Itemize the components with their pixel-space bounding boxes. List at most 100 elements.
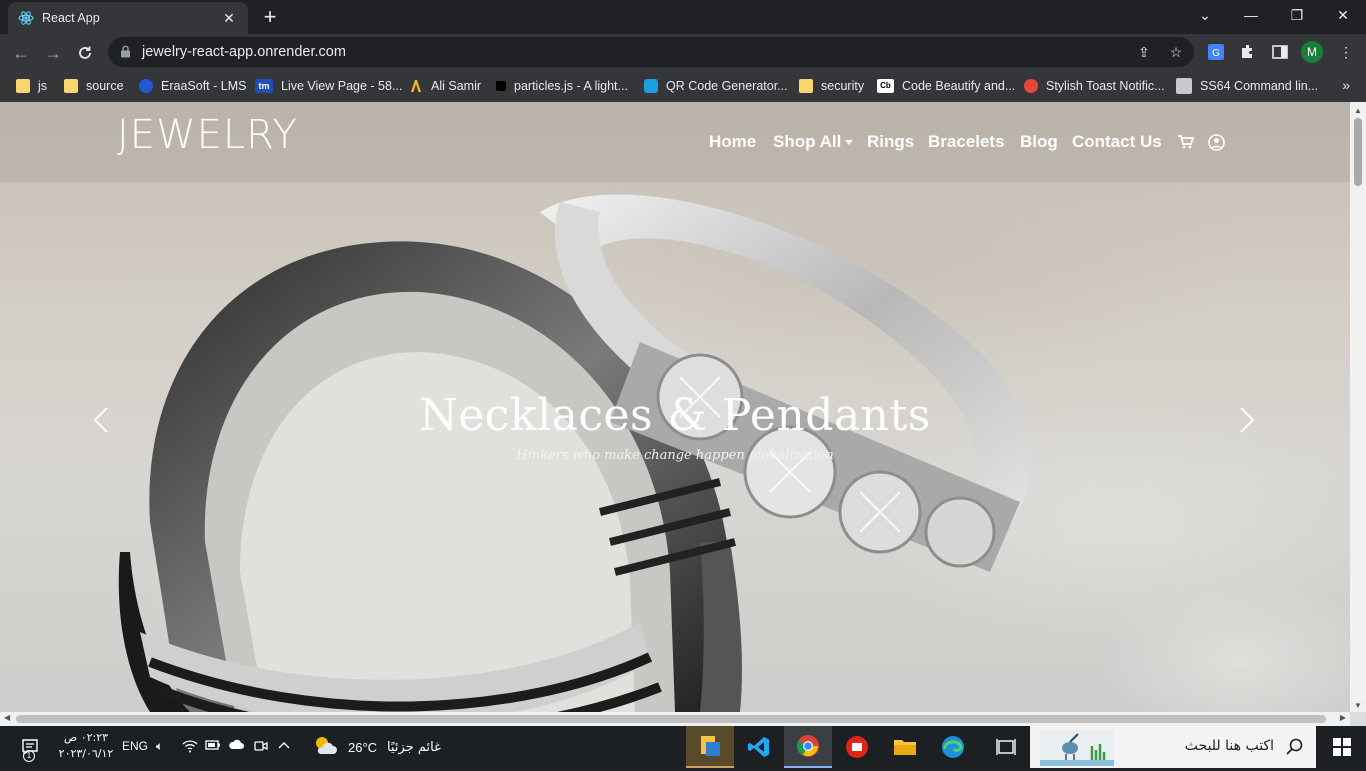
nav-contact-wrapper: Contact Us [1072, 132, 1162, 152]
restore-button[interactable]: ❐ [1274, 0, 1320, 30]
main-navigation: Home [709, 132, 756, 152]
bookmark-live-view[interactable]: tm Live View Page - 58... [255, 76, 402, 96]
scroll-left-icon[interactable]: ◀ [4, 713, 10, 722]
bookmark-code-beautify[interactable]: Cb Code Beautify and... [877, 76, 1015, 96]
minimize-button[interactable]: — [1228, 0, 1274, 30]
bookmark-eraasoft[interactable]: EraaSoft - LMS [139, 76, 246, 96]
translate-icon[interactable]: G [1206, 42, 1226, 62]
scroll-down-icon[interactable]: ▼ [1354, 701, 1362, 710]
windows-start-button[interactable] [1318, 726, 1366, 768]
bookmark-ss64[interactable]: SS64 Command lin... [1176, 76, 1318, 96]
task-view-icon[interactable] [984, 726, 1028, 768]
folder-icon [64, 79, 78, 93]
user-account-icon[interactable] [1208, 134, 1225, 151]
bookmark-ali-samir[interactable]: Ali Samir [409, 76, 481, 96]
volume-icon[interactable]: 🔈︎ [156, 739, 163, 754]
forward-button[interactable]: → [40, 40, 66, 66]
nav-shop-all-label: Shop All [773, 132, 842, 151]
extensions-icon[interactable] [1238, 42, 1258, 62]
new-tab-button[interactable]: + [258, 6, 282, 30]
nav-bracelets[interactable]: Bracelets [928, 132, 1005, 152]
bookmark-stylish-toast[interactable]: Stylish Toast Notific... [1024, 76, 1165, 96]
notification-center-icon[interactable]: 1 [10, 726, 50, 768]
edge-icon[interactable] [930, 726, 976, 768]
site-logo[interactable]: JEWELRY [117, 112, 298, 158]
carousel-next-arrow[interactable] [1232, 402, 1262, 438]
browser-tab-active[interactable]: React App ✕ [8, 2, 248, 34]
weather-widget[interactable]: 26°C غائم جزئيًا [312, 726, 444, 768]
folder-icon [799, 79, 813, 93]
bookmark-particles[interactable]: particles.js - A light... [496, 76, 628, 96]
tab-search-icon[interactable]: ⌄ [1182, 0, 1228, 30]
chrome-taskbar-icon[interactable] [784, 726, 832, 768]
nav-rings-wrapper: Rings [867, 132, 914, 152]
horizontal-scroll-thumb[interactable] [16, 715, 1326, 723]
scroll-right-icon[interactable]: ▶ [1340, 713, 1346, 722]
toast-icon [1024, 79, 1038, 93]
app-taskbar-icon[interactable] [834, 726, 880, 768]
browser-tab-bar: React App ✕ + ⌄ — ❐ ✕ [0, 0, 1366, 34]
tray-overflow-chevron-icon[interactable] [278, 739, 290, 753]
meet-now-icon[interactable] [254, 739, 268, 756]
bookmark-source[interactable]: source [64, 76, 124, 96]
ss64-icon [1176, 78, 1192, 94]
ali-samir-icon [409, 79, 423, 93]
clock-time: ٠٢:٢٣ ص [63, 731, 109, 744]
nav-rings[interactable]: Rings [867, 132, 914, 152]
react-icon [18, 10, 34, 26]
battery-icon[interactable] [205, 739, 221, 754]
nav-home[interactable]: Home [709, 132, 756, 152]
wifi-icon[interactable] [182, 739, 198, 756]
profile-avatar[interactable]: M [1301, 41, 1323, 63]
svg-text:G: G [1212, 48, 1220, 59]
windows-taskbar: 1 ٠٢:٢٣ ص ٢٠٢٣/٠٦/١٢ ENG 🔈︎ 26°C غائم جز… [0, 726, 1366, 768]
taskbar-search-box[interactable]: اكتب هنا للبحث [1030, 726, 1316, 768]
file-explorer-icon[interactable] [882, 726, 928, 768]
close-tab-icon[interactable]: ✕ [220, 10, 238, 27]
hero-subtitle: Hinkers who make change happen globaliza… [516, 448, 834, 463]
nav-contact-us[interactable]: Contact Us [1072, 132, 1162, 152]
tm-icon: tm [255, 79, 273, 93]
vertical-scrollbar[interactable]: ▲ ▼ [1350, 102, 1366, 712]
clock-date: ٢٠٢٣/٠٦/١٢ [58, 747, 114, 760]
bookmark-star-icon[interactable]: ☆ [1166, 42, 1186, 62]
cart-icon[interactable] [1178, 135, 1194, 149]
vertical-scroll-thumb[interactable] [1354, 118, 1362, 186]
side-panel-icon[interactable] [1270, 42, 1290, 62]
address-bar[interactable]: jewelry-react-app.onrender.com ⇪ ☆ [108, 37, 1194, 67]
notification-count: 1 [23, 750, 35, 762]
browser-toolbar: ← → jewelry-react-app.onrender.com ⇪ ☆ G… [0, 34, 1366, 70]
system-clock[interactable]: ٠٢:٢٣ ص ٢٠٢٣/٠٦/١٢ [56, 730, 116, 762]
eraasoft-icon [139, 79, 153, 93]
bookmark-security[interactable]: security [799, 76, 864, 96]
search-placeholder: اكتب هنا للبحث [1184, 738, 1274, 754]
bookmarks-overflow-icon[interactable]: » [1342, 77, 1350, 93]
site-header: JEWELRY Home Shop All Rings Bracelets Bl… [0, 102, 1350, 182]
nav-shop-all[interactable]: Shop All [773, 132, 854, 152]
close-window-button[interactable]: ✕ [1320, 0, 1366, 30]
back-button[interactable]: ← [8, 40, 34, 66]
nav-blog[interactable]: Blog [1020, 132, 1058, 152]
horizontal-scrollbar[interactable]: ◀ ▶ [0, 712, 1350, 726]
weather-temp: 26°C [348, 739, 378, 755]
taskbar-file-app-icon[interactable] [686, 726, 734, 768]
bookmark-qr-code[interactable]: QR Code Generator... [644, 76, 788, 96]
search-icon [1286, 738, 1304, 761]
hero-carousel: JEWELRY Home Shop All Rings Bracelets Bl… [0, 102, 1350, 712]
weather-condition: غائم جزئيًا [387, 739, 441, 755]
nav-bracelets-wrapper: Bracelets [928, 132, 1005, 152]
onedrive-icon[interactable] [228, 739, 244, 753]
hero-title: Necklaces & Pendants [419, 390, 931, 441]
page-viewport: JEWELRY Home Shop All Rings Bracelets Bl… [0, 102, 1366, 726]
bookmark-js[interactable]: js [16, 76, 47, 96]
carousel-prev-arrow[interactable] [86, 402, 116, 438]
scroll-up-icon[interactable]: ▲ [1354, 106, 1362, 115]
qr-icon [644, 79, 658, 93]
scrollbar-corner [1350, 712, 1366, 726]
reload-button[interactable] [72, 40, 98, 66]
lock-icon[interactable] [120, 45, 131, 63]
chrome-menu-icon[interactable]: ⋮ [1336, 42, 1356, 62]
vscode-icon[interactable] [736, 726, 782, 768]
share-icon[interactable]: ⇪ [1134, 42, 1154, 62]
language-indicator[interactable]: ENG [122, 739, 148, 753]
